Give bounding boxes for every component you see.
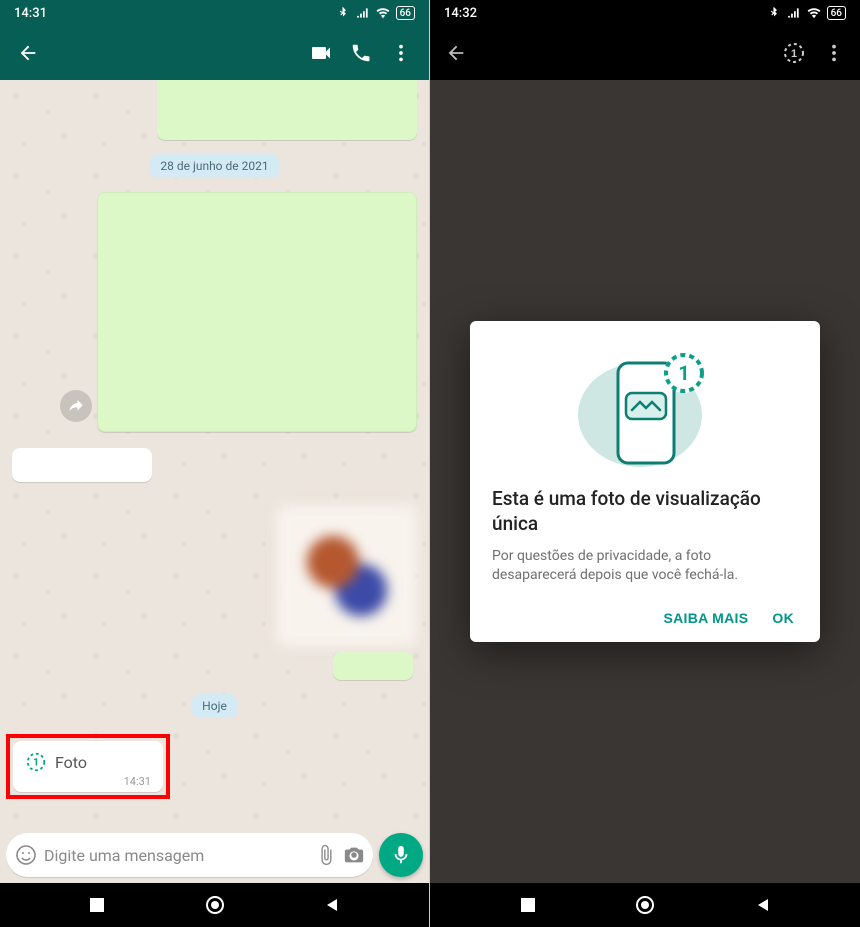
dialog-illustration: 1: [492, 343, 798, 473]
view-once-info-dialog: 1 Esta é uma foto de visualização única …: [470, 321, 820, 642]
outgoing-message-small[interactable]: [333, 652, 413, 680]
date-separator-today: Hoje: [192, 694, 237, 718]
back-button[interactable]: [436, 33, 476, 73]
svg-text:1: 1: [33, 758, 39, 769]
message-time: 14:31: [25, 775, 151, 788]
arrow-left-icon: [17, 42, 39, 64]
bluetooth-icon: [336, 6, 350, 20]
contact-name-redacted: [476, 44, 774, 62]
tutorial-highlight: 1 Foto 14:31: [6, 734, 170, 799]
wifi-icon: [807, 6, 821, 20]
status-bar: 14:31 66: [0, 0, 429, 26]
chat-area[interactable]: 28 de junho de 2021 Hoje 1 Foto: [0, 80, 429, 827]
incoming-message[interactable]: [12, 448, 152, 482]
menu-button[interactable]: [814, 33, 854, 73]
android-nav-bar: [0, 883, 429, 927]
triangle-left-icon: [324, 897, 340, 913]
voice-call-button[interactable]: [341, 33, 381, 73]
forward-button[interactable]: [60, 390, 92, 422]
voice-message-button[interactable]: [379, 833, 423, 877]
status-time: 14:32: [444, 6, 477, 21]
square-icon: [89, 897, 105, 913]
microphone-icon: [390, 844, 412, 866]
view-once-indicator-button[interactable]: 1: [774, 33, 814, 73]
status-time: 14:31: [14, 6, 47, 21]
emoji-icon[interactable]: [14, 843, 38, 867]
forward-icon: [67, 397, 85, 415]
camera-icon[interactable]: [343, 844, 365, 866]
nav-home-button[interactable]: [625, 885, 665, 925]
android-nav-bar: [430, 883, 860, 927]
video-call-button[interactable]: [301, 33, 341, 73]
outgoing-media-message[interactable]: [97, 192, 417, 432]
battery-indicator: 66: [396, 6, 415, 20]
nav-recent-button[interactable]: [77, 885, 117, 925]
signal-icon: [356, 6, 370, 20]
chat-header: [0, 26, 429, 80]
whatsapp-chat-screen: 14:31 66 28 de junho de 2021: [0, 0, 430, 927]
learn-more-button[interactable]: SAIBA MAIS: [663, 610, 748, 626]
circle-icon: [635, 895, 655, 915]
view-once-icon: 1: [25, 751, 47, 773]
phone-icon: [350, 42, 372, 64]
dialog-title: Esta é uma foto de visualização única: [492, 487, 798, 536]
dialog-body: Por questões de privacidade, a foto desa…: [492, 547, 798, 586]
status-icons: 66: [767, 6, 846, 20]
view-once-label: Foto: [55, 753, 87, 772]
nav-back-button[interactable]: [312, 885, 352, 925]
input-placeholder: Digite uma mensagem: [44, 846, 309, 865]
view-once-message[interactable]: 1 Foto 14:31: [13, 741, 163, 792]
attachment-icon[interactable]: [315, 844, 337, 866]
triangle-left-icon: [755, 897, 771, 913]
message-input[interactable]: Digite uma mensagem: [6, 833, 373, 877]
view-once-viewer-screen: 14:32 66 1: [430, 0, 860, 927]
back-button[interactable]: [8, 33, 48, 73]
outgoing-media-blurred[interactable]: [277, 506, 417, 646]
svg-text:1: 1: [678, 361, 689, 385]
svg-text:1: 1: [791, 48, 797, 60]
date-separator: 28 de junho de 2021: [150, 154, 278, 178]
nav-back-button[interactable]: [743, 885, 783, 925]
arrow-left-icon: [445, 42, 467, 64]
media-viewer-body: 1 Esta é uma foto de visualização única …: [430, 80, 860, 883]
circle-icon: [205, 895, 225, 915]
menu-button[interactable]: [381, 33, 421, 73]
nav-recent-button[interactable]: [508, 885, 548, 925]
square-icon: [520, 897, 536, 913]
media-viewer-header: 1: [430, 26, 860, 80]
battery-indicator: 66: [827, 6, 846, 20]
more-vert-icon: [823, 42, 845, 64]
nav-home-button[interactable]: [195, 885, 235, 925]
status-icons: 66: [336, 6, 415, 20]
more-vert-icon: [390, 42, 412, 64]
wifi-icon: [376, 6, 390, 20]
signal-icon: [787, 6, 801, 20]
message-input-bar: Digite uma mensagem: [0, 827, 429, 883]
status-bar: 14:32 66: [430, 0, 860, 26]
outgoing-message[interactable]: [157, 80, 417, 140]
view-once-icon: 1: [782, 41, 806, 65]
bluetooth-icon: [767, 6, 781, 20]
video-icon: [309, 41, 333, 65]
ok-button[interactable]: OK: [772, 610, 794, 626]
